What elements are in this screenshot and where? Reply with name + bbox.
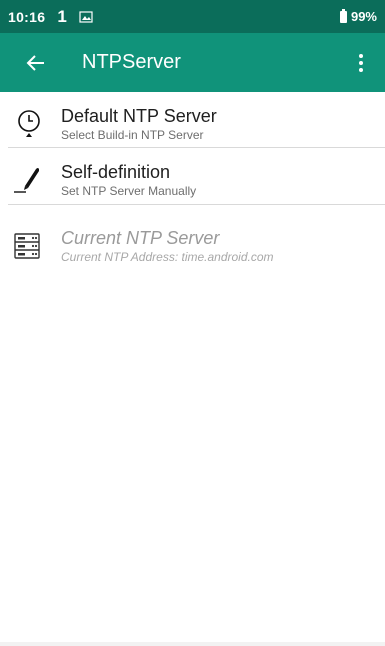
battery-icon: [339, 8, 347, 23]
list-item-subtitle: Current NTP Address: time.android.com: [61, 250, 274, 264]
pen-icon: [14, 168, 39, 193]
list-item-title: Current NTP Server: [61, 228, 220, 248]
list-item-text: Current NTP Server Current NTP Address: …: [61, 227, 274, 265]
server-icon: [14, 233, 40, 259]
list-item-subtitle: Set NTP Server Manually: [61, 184, 197, 198]
list-item-title: Default NTP Server: [61, 106, 217, 126]
list-item-text: Self-definition Set NTP Server Manually: [61, 161, 196, 199]
sim-indicator: 1: [57, 6, 67, 26]
back-button[interactable]: [10, 33, 62, 92]
list-item-current-ntp-server: Current NTP Server Current NTP Address: …: [8, 205, 385, 270]
list-item-subtitle: Select Build-in NTP Server: [61, 128, 204, 142]
bottom-edge: [0, 642, 385, 646]
list-item-title: Self-definition: [61, 162, 171, 182]
screen: 10:16 1 99% NTPServer Default NTP Server…: [0, 0, 385, 646]
arrow-back-icon: [26, 54, 44, 71]
clock-icon: [18, 110, 40, 137]
status-time: 10:16: [8, 8, 46, 25]
status-bar: 10:16 1 99%: [0, 0, 385, 33]
list-item-default-ntp-server[interactable]: Default NTP Server Select Build-in NTP S…: [8, 92, 385, 147]
page-title: NTPServer: [82, 51, 181, 73]
app-bar: NTPServer: [0, 33, 385, 92]
overflow-menu-button[interactable]: [341, 33, 381, 92]
list-item-self-definition[interactable]: Self-definition Set NTP Server Manually: [8, 148, 385, 204]
battery-level: 99%: [350, 9, 377, 24]
list-item-text: Default NTP Server Select Build-in NTP S…: [61, 105, 217, 143]
status-right: 99%: [339, 8, 377, 24]
settings-list: Default NTP Server Select Build-in NTP S…: [8, 92, 385, 270]
more-vert-icon: [359, 53, 363, 72]
image-notification-icon: [79, 10, 93, 23]
